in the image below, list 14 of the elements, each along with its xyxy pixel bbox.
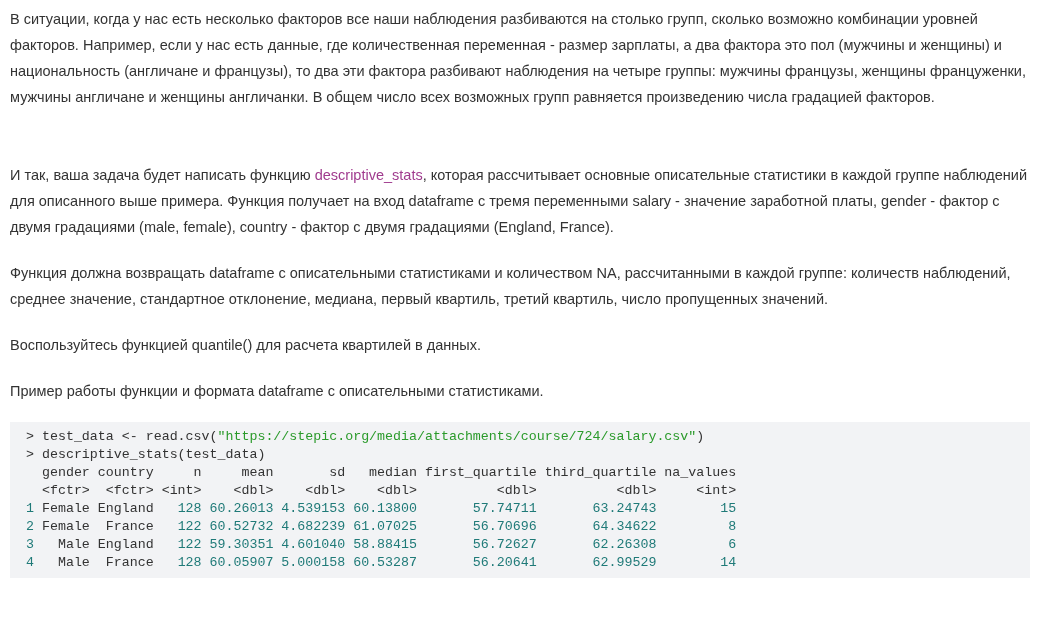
code-line: 2 Female France 122 60.52732 4.682239 61.07025 56.70696 64.34622 8 — [26, 518, 737, 536]
paragraph: Воспользуйтесь функцией quantile() для расчета квартилей в данных. — [10, 336, 483, 355]
paragraph: Функция должна возвращать dataframe с описательными статистиками и количеством NA, рассчитанными в каждой группе: количеств наблюдений, среднее значение, стандартное отклонение, медиана, первый квартиль, третий квартиль, число пропущенных значений. — [10, 264, 1012, 309]
code-line: > descriptive_stats(test_data) — [26, 446, 266, 464]
code-line: <fctr> <fctr> <int> <dbl> <dbl> <dbl> <dbl> <dbl> <int> — [40, 482, 737, 500]
paragraph: В ситуации, когда у нас есть несколько факторов все наши наблюдения разбиваются на столько групп, сколько возможно комбинации уровней факторов. Например, если у нас есть данные, где количественная переменная - размер зарплаты, а два фактора это пол (мужчины и женщины) и национальность (англичане и французы), то два эти фактора разбивают наблюдения на четыре группы: мужчины французы, женщины француженки, мужчины англичане и женщины англичанки. В общем число всех возможных групп равняется произведению числа градацией факторов. — [10, 10, 1027, 107]
code-line: 4 Male France 128 60.05907 5.000158 60.53287 56.20641 62.99529 14 — [26, 554, 737, 572]
code-line: 3 Male England 122 59.30351 4.601040 58.88415 56.72627 62.26308 6 — [26, 536, 737, 554]
paragraph: Пример работы функции и формата dataframe с описательными статистиками. — [10, 382, 545, 401]
code-line: 1 Female England 128 60.26013 4.539153 60.13800 57.74711 63.24743 15 — [26, 500, 737, 518]
function-link[interactable]: descriptive_stats — [314, 167, 423, 183]
code-line: > test_data <- read.csv("https://stepic.org/media/attachments/course/724/salary.csv") — [26, 428, 705, 446]
paragraph: И так, ваша задача будет написать функцию descriptive_stats, которая рассчитывает основные описательные статистики в каждой группе наблюдений для описанного выше примера. Функция получает на вход dataframe с тремя переменными salary - значение заработной платы, gender - фактор с двумя градациями (male, female), country - фактор с двумя градациями (England, France). — [10, 166, 1028, 237]
code-line: gender country n mean sd median first_quartile third_quartile na_values — [40, 464, 737, 482]
